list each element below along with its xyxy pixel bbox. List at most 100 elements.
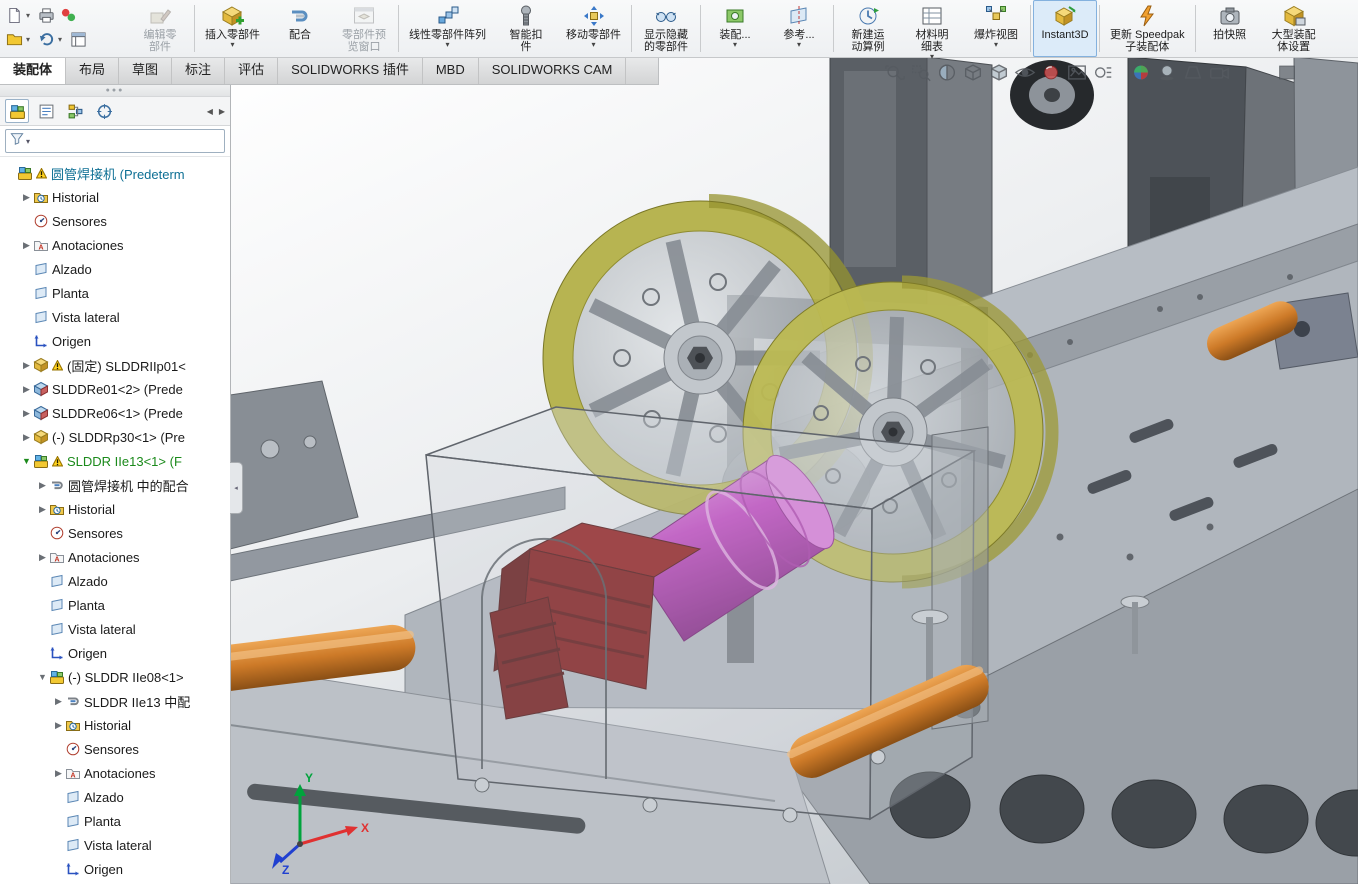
- expand-arrow-icon[interactable]: ▼: [36, 672, 49, 682]
- perspective-icon[interactable]: [1180, 61, 1206, 83]
- cmd-mate-button[interactable]: 配合: [268, 0, 332, 57]
- view-settings-icon[interactable]: [1090, 61, 1116, 83]
- cmd-speedpak-button[interactable]: 更新 Speedpak 子装配体: [1102, 0, 1193, 57]
- realview-icon[interactable]: [1128, 61, 1154, 83]
- performance-icon[interactable]: [58, 5, 78, 25]
- tree-item[interactable]: ▶ Historial: [0, 713, 230, 737]
- expand-arrow-icon[interactable]: ▶: [20, 240, 33, 251]
- expand-arrow-icon[interactable]: ▶: [36, 480, 49, 491]
- commandmanager-tab[interactable]: 布局: [66, 57, 120, 84]
- apply-scene-icon[interactable]: [1064, 61, 1090, 83]
- expand-arrow-icon[interactable]: ▶: [20, 360, 33, 371]
- tree-item[interactable]: Origen: [0, 857, 230, 881]
- tree-item[interactable]: ▼ SLDDR IIe13<1> (F: [0, 449, 230, 473]
- open-document-icon[interactable]: [4, 29, 24, 49]
- tree-item[interactable]: ▶ 圆管焊接机 中的配合: [0, 473, 230, 497]
- configurationmanager-tab[interactable]: [63, 99, 87, 123]
- tree-item[interactable]: Alzado: [0, 257, 230, 281]
- shadows-icon[interactable]: [1154, 61, 1180, 83]
- dimxpertmanager-tab[interactable]: [92, 99, 116, 123]
- panel-nav-left-icon[interactable]: ◀: [207, 107, 213, 116]
- tree-item[interactable]: Planta: [0, 593, 230, 617]
- tree-item[interactable]: Origen: [0, 329, 230, 353]
- undo-icon[interactable]: [36, 29, 56, 49]
- new-document-icon[interactable]: [4, 5, 24, 25]
- commandmanager-tab[interactable]: 评估: [225, 57, 279, 84]
- tree-item[interactable]: ▶ (-) SLDDRp30<1> (Pre: [0, 425, 230, 449]
- commandmanager-tab[interactable]: 装配体: [0, 57, 67, 84]
- panel-nav-right-icon[interactable]: ▶: [219, 107, 225, 116]
- tree-item[interactable]: Origen: [0, 641, 230, 665]
- tree-item[interactable]: ▶ A Anotaciones: [0, 545, 230, 569]
- commandmanager-tab[interactable]: MBD: [423, 57, 479, 84]
- tree-item[interactable]: ▶ (固定) SLDDRIIp01<: [0, 353, 230, 377]
- expand-arrow-icon[interactable]: ▼: [20, 456, 33, 466]
- tree-item[interactable]: Alzado: [0, 569, 230, 593]
- commandmanager-tab[interactable]: SOLIDWORKS 插件: [278, 57, 423, 84]
- cmd-smart-fastener-button[interactable]: 智能扣件: [494, 0, 558, 57]
- panel-splitter[interactable]: ◂: [230, 462, 243, 514]
- tree-item[interactable]: Planta: [0, 809, 230, 833]
- tree-item[interactable]: ▶ A Anotaciones: [0, 233, 230, 257]
- tree-item[interactable]: ▶ Historial: [0, 497, 230, 521]
- commandmanager-tab[interactable]: 标注: [172, 57, 226, 84]
- expand-arrow-icon[interactable]: ▶: [20, 432, 33, 443]
- expand-arrow-icon[interactable]: ▶: [52, 720, 65, 731]
- tree-item[interactable]: Sensores: [0, 521, 230, 545]
- cmd-snapshot-button[interactable]: 拍快照: [1198, 0, 1262, 57]
- zoom-fit-icon[interactable]: [882, 61, 908, 83]
- cmd-large-assembly-button[interactable]: 大型装配 体设置: [1262, 0, 1326, 57]
- cmd-reference-button[interactable]: 参考... ▾: [767, 0, 831, 57]
- tree-item[interactable]: Planta: [0, 281, 230, 305]
- cmd-bom-button[interactable]: 材料明 细表 ▾: [900, 0, 964, 61]
- protective-enclosure[interactable]: [425, 406, 977, 823]
- display-style-icon[interactable]: [986, 61, 1012, 83]
- expand-arrow-icon[interactable]: ▶: [20, 192, 33, 203]
- tree-item[interactable]: ▶ A Anotaciones: [0, 761, 230, 785]
- expand-arrow-icon[interactable]: ▶: [36, 504, 49, 515]
- dropdown-caret-icon[interactable]: ▾: [26, 11, 34, 20]
- camera-icon[interactable]: [1206, 61, 1232, 83]
- graphics-area[interactable]: Y X Z: [230, 57, 1358, 884]
- section-view-icon[interactable]: [934, 61, 960, 83]
- tree-item[interactable]: ▶ SLDDRe06<1> (Prede: [0, 401, 230, 425]
- tree-item[interactable]: Vista lateral: [0, 833, 230, 857]
- tree-filter-box[interactable]: ▾: [5, 129, 225, 153]
- view-orientation-icon[interactable]: [960, 61, 986, 83]
- edit-appearance-icon[interactable]: [1038, 61, 1064, 83]
- tree-item[interactable]: Vista lateral: [0, 617, 230, 641]
- tree-item[interactable]: Vista lateral: [0, 305, 230, 329]
- cmd-instant3d-button[interactable]: Instant3D: [1033, 0, 1097, 57]
- expand-arrow-icon[interactable]: ▶: [52, 768, 65, 779]
- tree-item[interactable]: ▶ Historial: [0, 185, 230, 209]
- dropdown-caret-icon[interactable]: ▾: [58, 35, 66, 44]
- tree-item[interactable]: ▼ (-) SLDDR IIe08<1>: [0, 665, 230, 689]
- tree-item[interactable]: 圆管焊接机 (Predeterm: [0, 161, 230, 185]
- cmd-move-component-button[interactable]: 移动零部件 ▾: [558, 0, 629, 57]
- cmd-show-hidden-button[interactable]: 显示隐藏 的零部件: [634, 0, 698, 57]
- featuremanager-tab[interactable]: [5, 99, 29, 123]
- commandmanager-tab[interactable]: 草图: [119, 57, 173, 84]
- propertymanager-tab[interactable]: [34, 99, 58, 123]
- print-icon[interactable]: [36, 5, 56, 25]
- dropdown-caret-icon[interactable]: ▾: [26, 35, 34, 44]
- tree-item[interactable]: ▶ SLDDR IIe13 中配: [0, 689, 230, 713]
- cmd-linear-pattern-button[interactable]: 线性零部件阵列 ▾: [401, 0, 494, 57]
- filter-caret-icon[interactable]: ▾: [26, 137, 30, 146]
- cmd-insert-component-button[interactable]: 插入零部件 ▾: [197, 0, 268, 57]
- commandmanager-tab[interactable]: SOLIDWORKS CAM: [479, 57, 627, 84]
- task-list-icon[interactable]: [68, 29, 88, 49]
- panel-grip[interactable]: ●●●: [0, 84, 230, 97]
- hide-show-items-icon[interactable]: [1012, 61, 1038, 83]
- expand-arrow-icon[interactable]: ▶: [52, 696, 65, 707]
- cmd-motion-study-button[interactable]: 新建运 动算例: [836, 0, 900, 57]
- cmd-exploded-view-button[interactable]: 爆炸视图 ▾: [964, 0, 1028, 57]
- tree-item[interactable]: ▶ SLDDRe01<2> (Prede: [0, 377, 230, 401]
- tree-item[interactable]: Sensores: [0, 209, 230, 233]
- display-pane-icon[interactable]: [1274, 61, 1300, 83]
- cmd-assembly-features-button[interactable]: 装配... ▾: [703, 0, 767, 57]
- tree-item[interactable]: Sensores: [0, 737, 230, 761]
- expand-arrow-icon[interactable]: ▶: [36, 552, 49, 563]
- expand-arrow-icon[interactable]: ▶: [20, 384, 33, 395]
- expand-arrow-icon[interactable]: ▶: [20, 408, 33, 419]
